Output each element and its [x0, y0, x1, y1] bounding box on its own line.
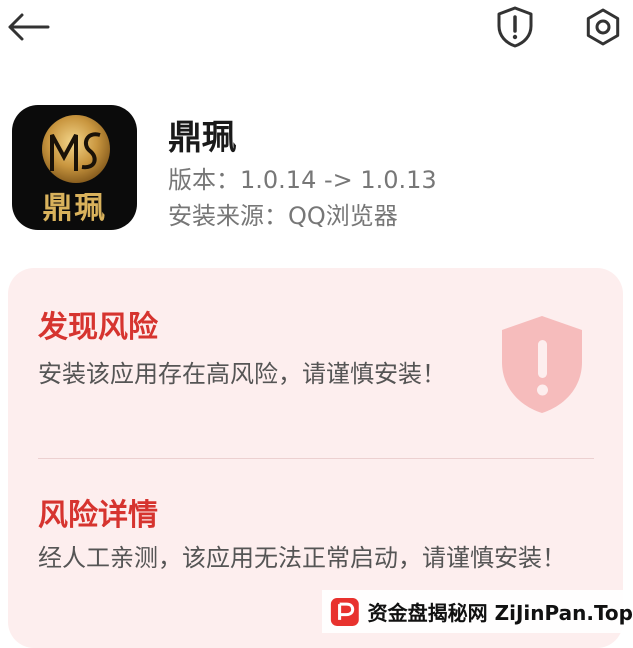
- risk-description: 安装该应用存在高风险，请谨慎安装！: [38, 360, 446, 388]
- risk-detail-description: 经人工亲测，该应用无法正常启动，请谨慎安装！: [38, 544, 566, 572]
- risk-title: 发现风险: [38, 310, 158, 345]
- arrow-left-icon: [8, 13, 50, 41]
- app-version: 版本：1.0.14 -> 1.0.13: [168, 166, 437, 194]
- divider: [38, 458, 594, 459]
- shield-exclamation-icon: [497, 6, 533, 48]
- watermark: 资金盘揭秘网 ZiJinPan.Top: [322, 590, 633, 633]
- watermark-text: 资金盘揭秘网 ZiJinPan.Top: [367, 601, 633, 625]
- risk-detail-title: 风险详情: [38, 498, 158, 533]
- gear-icon: [586, 8, 620, 46]
- install-source: 安装来源：QQ浏览器: [168, 202, 398, 230]
- app-name: 鼎珮: [168, 118, 236, 158]
- top-bar: [0, 0, 633, 60]
- settings-button[interactable]: [580, 4, 626, 50]
- app-icon: 鼎珮: [12, 105, 137, 230]
- back-button[interactable]: [0, 2, 56, 52]
- watermark-logo-icon: [330, 597, 359, 626]
- shield-warning-icon: [502, 316, 582, 413]
- app-icon-label: 鼎珮: [42, 191, 107, 226]
- security-button[interactable]: [492, 4, 538, 50]
